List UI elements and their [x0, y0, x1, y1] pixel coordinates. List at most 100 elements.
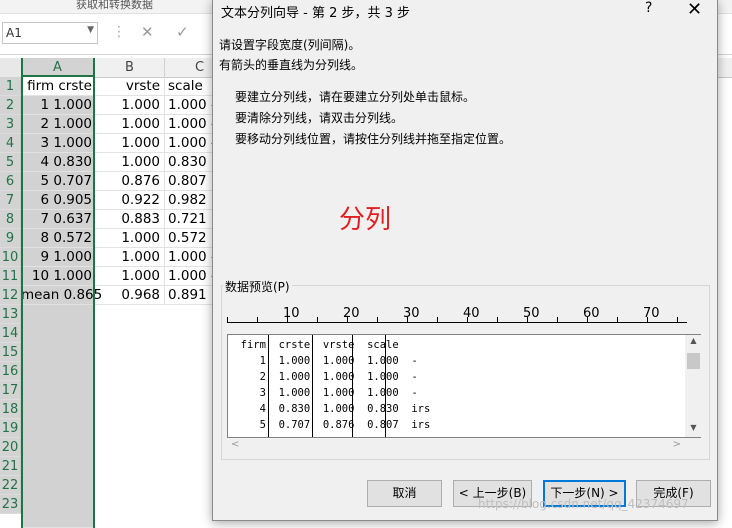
cell-a[interactable]: 2 1.000 [21, 115, 95, 134]
row-header[interactable]: 14 [0, 324, 21, 343]
ruler-tick [677, 317, 678, 323]
help-icon[interactable]: ? [645, 0, 652, 16]
preview-line: 5 0.707 0.876 0.807 irs [228, 419, 431, 431]
preview-line: firm crste vrste scale [228, 339, 399, 351]
row-header[interactable]: 4 [0, 134, 21, 153]
checkmark-icon[interactable]: ✓ [176, 23, 189, 41]
instruction-line-2: 有箭头的垂直线为分列线。 [219, 58, 364, 72]
preview-line: 4 0.830 1.000 0.830 irs [228, 403, 431, 415]
cell-b[interactable]: 0.876 [95, 172, 165, 191]
preview-line: 1 1.000 1.000 1.000 - [228, 355, 418, 367]
preview-line: 2 1.000 1.000 1.000 - [228, 371, 418, 383]
ruler-tick [527, 317, 528, 323]
data-preview-box[interactable]: firm crste vrste scale 1 1.000 1.000 1.0… [227, 334, 701, 438]
row-header[interactable]: 11 [0, 267, 21, 286]
cell-b[interactable]: 1.000 [95, 134, 165, 153]
ruler-tick [287, 317, 288, 323]
row-header[interactable]: 23 [0, 495, 21, 514]
cell-b[interactable]: 0.968 [95, 286, 165, 305]
cell-b[interactable]: 1.000 [95, 267, 165, 286]
row-header[interactable]: 2 [0, 96, 21, 115]
ruler-baseline [227, 322, 687, 323]
watermark-text: https://blog.csdn.net/qq_42374697 [478, 497, 689, 511]
cell-b[interactable]: 1.000 [95, 229, 165, 248]
cell-a1[interactable]: firm crste [21, 77, 95, 96]
row-header[interactable]: 5 [0, 153, 21, 172]
ruler-tick [587, 317, 588, 323]
ruler-label: 50 [523, 306, 540, 321]
ruler-label: 20 [343, 306, 360, 321]
row-header[interactable]: 12 [0, 286, 21, 305]
row-header[interactable]: 19 [0, 419, 21, 438]
select-all-corner[interactable] [0, 58, 22, 77]
column-header-b[interactable]: B [95, 58, 165, 77]
ruler-tick [467, 317, 468, 323]
row-header[interactable]: 3 [0, 115, 21, 134]
row-header[interactable]: 10 [0, 248, 21, 267]
name-box[interactable]: A1 ▼ [2, 22, 98, 44]
cell-a[interactable]: 8 0.572 [21, 229, 95, 248]
preview-vertical-scrollbar[interactable]: ▲ ▼ [685, 335, 702, 437]
more-options-icon: ⋮ [112, 24, 126, 40]
row-header[interactable]: 13 [0, 305, 21, 324]
ruler-tick [227, 317, 228, 323]
annotation-label: 分列 [339, 205, 392, 235]
column-ruler[interactable]: 10 20 30 40 50 60 70 [227, 306, 687, 326]
scroll-down-icon[interactable]: ▼ [685, 423, 702, 432]
scroll-right-icon[interactable]: > [673, 439, 681, 450]
row-header[interactable]: 18 [0, 400, 21, 419]
ruler-tick [617, 317, 618, 323]
scroll-thumb[interactable] [687, 353, 700, 369]
chevron-down-icon[interactable]: ▼ [87, 25, 94, 35]
row-header[interactable]: 17 [0, 381, 21, 400]
ruler-label: 10 [283, 306, 300, 321]
cell-a[interactable]: 10 1.000 [21, 267, 95, 286]
cell-b[interactable]: vrste [95, 77, 165, 96]
cell-a[interactable]: 6 0.905 [21, 191, 95, 210]
row-header[interactable]: 20 [0, 438, 21, 457]
ruler-label: 30 [403, 306, 420, 321]
cancel-button[interactable]: 取消 [367, 480, 442, 507]
cell-b[interactable]: 1.000 [95, 115, 165, 134]
cell-a[interactable]: 5 0.707 [21, 172, 95, 191]
ruler-tick [317, 317, 318, 323]
ruler-tick [377, 317, 378, 323]
ruler-tick [257, 317, 258, 323]
name-box-value: A1 [6, 26, 22, 40]
cell-a[interactable]: 4 0.830 [21, 153, 95, 172]
cell-b[interactable]: 1.000 [95, 96, 165, 115]
cell-a[interactable]: 1 1.000 [21, 96, 95, 115]
excel-title-text: 获取和转换数据 [76, 0, 153, 11]
cell-a[interactable]: 3 1.000 [21, 134, 95, 153]
dialog-title: 文本分列向导 - 第 2 步，共 3 步 [221, 6, 411, 21]
cell-a[interactable]: mean 0.865 [21, 286, 102, 305]
help-text-move-line: 要移动分列线位置，请按住分列线并拖至指定位置。 [235, 132, 512, 146]
cell-b[interactable]: 1.000 [95, 153, 165, 172]
cell-a[interactable]: 9 1.000 [21, 248, 95, 267]
row-header[interactable]: 21 [0, 457, 21, 476]
row-header[interactable]: 8 [0, 210, 21, 229]
row-header[interactable]: 15 [0, 343, 21, 362]
cell-b[interactable]: 0.883 [95, 210, 165, 229]
row-header[interactable]: 6 [0, 172, 21, 191]
row-header[interactable]: 9 [0, 229, 21, 248]
row-header[interactable]: 1 [0, 77, 21, 96]
cell-b[interactable]: 1.000 [95, 248, 165, 267]
cancel-icon[interactable]: ✕ [141, 23, 154, 41]
cell-b[interactable]: 0.922 [95, 191, 165, 210]
cell-a[interactable]: 7 0.637 [21, 210, 95, 229]
ruler-tick [647, 317, 648, 323]
scroll-up-icon[interactable]: ▲ [685, 336, 702, 345]
column-a-empty-cells[interactable] [21, 305, 95, 528]
data-preview-label: 数据预览(P) [223, 278, 292, 295]
ruler-label: 70 [643, 306, 660, 321]
row-header[interactable]: 16 [0, 362, 21, 381]
row-header[interactable]: 7 [0, 191, 21, 210]
column-header-a[interactable]: A [21, 58, 95, 77]
preview-horizontal-scrollbar[interactable]: < > [227, 438, 685, 454]
ruler-tick [347, 317, 348, 323]
scroll-left-icon[interactable]: < [231, 439, 239, 450]
help-text-create-line: 要建立分列线，请在要建立分列处单击鼠标。 [235, 90, 476, 104]
row-header[interactable]: 22 [0, 476, 21, 495]
close-icon[interactable]: ✕ [687, 0, 702, 20]
